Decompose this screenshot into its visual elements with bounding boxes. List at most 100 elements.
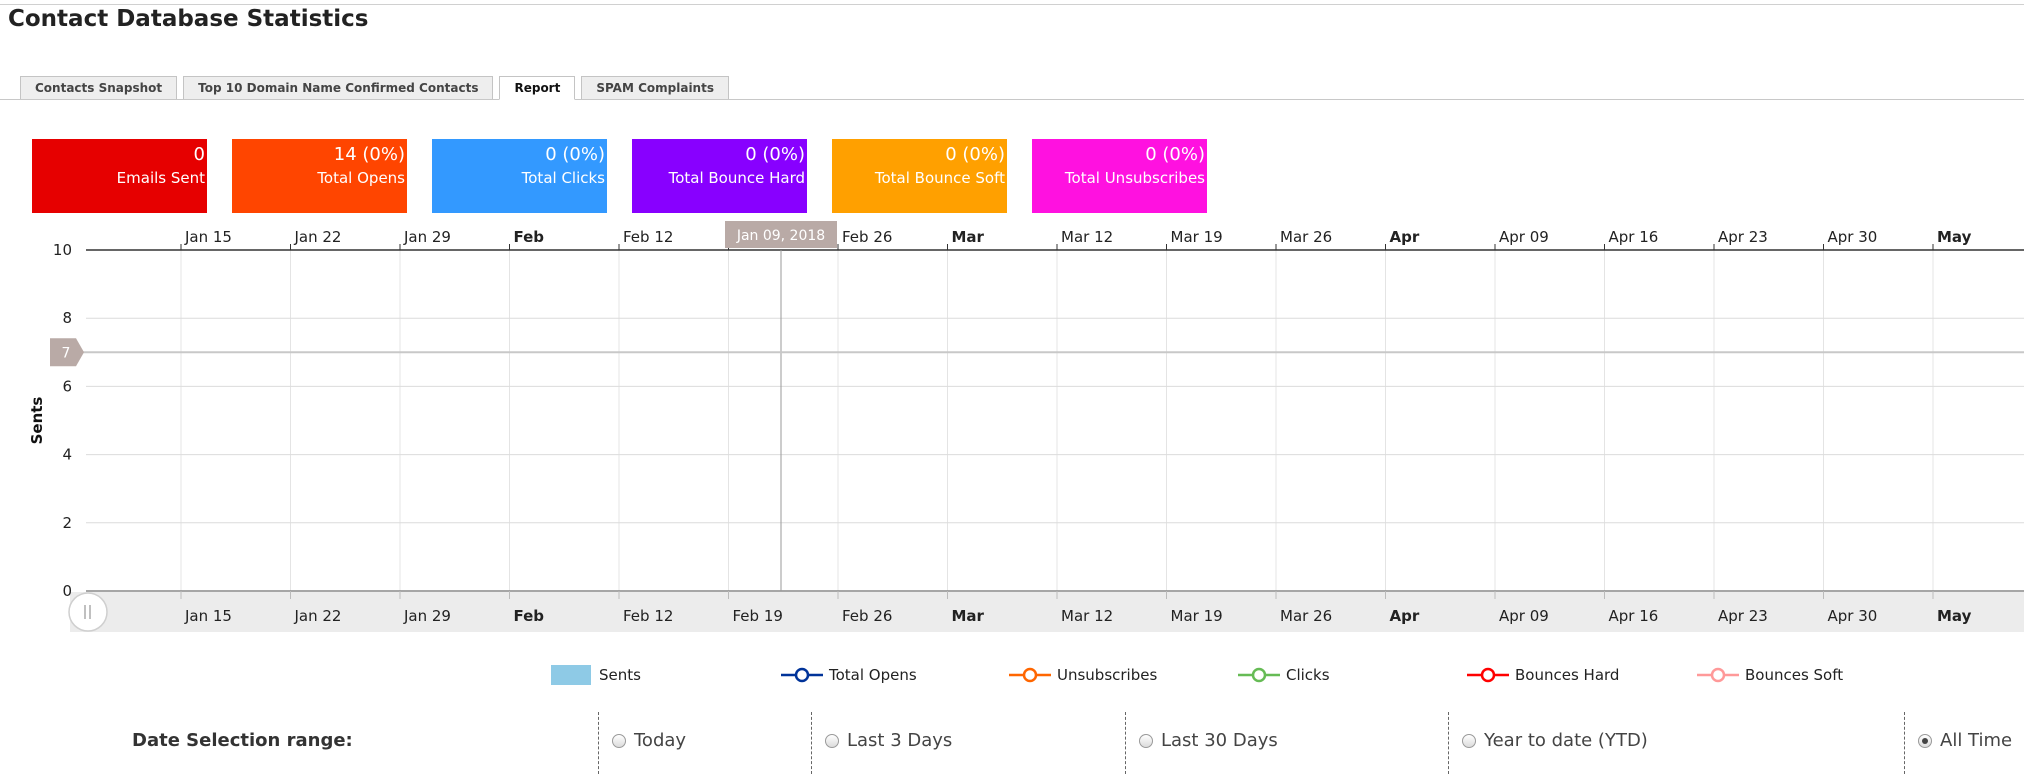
range-option-label: Last 3 Days bbox=[847, 730, 953, 751]
legend-item-bounces-hard[interactable]: Bounces Hard bbox=[1467, 665, 1619, 685]
legend-marker-clicks bbox=[1238, 667, 1280, 683]
legend-marker-bounces-soft bbox=[1697, 667, 1739, 683]
stat-card-emails-sent: 0 Emails Sent bbox=[32, 139, 207, 213]
stat-value: 0 (0%) bbox=[1145, 144, 1205, 165]
legend-swatch-sents bbox=[551, 665, 591, 685]
x-tick-label-top: Apr bbox=[1390, 228, 1420, 246]
tab-top-10-domains[interactable]: Top 10 Domain Name Confirmed Contacts bbox=[183, 76, 494, 100]
radio-all-time[interactable] bbox=[1918, 733, 1932, 748]
stat-card-total-bounce-soft: 0 (0%) Total Bounce Soft bbox=[832, 139, 1007, 213]
legend-item-unsubscribes[interactable]: Unsubscribes bbox=[1009, 665, 1157, 685]
x-tick-label-top: Apr 23 bbox=[1718, 228, 1768, 246]
radio-last-30-days[interactable] bbox=[1139, 733, 1153, 748]
x-tick-label-top: Mar 12 bbox=[1061, 228, 1113, 246]
crosshair-y-label: 7 bbox=[62, 345, 71, 361]
x-tick-label-top: Feb 26 bbox=[842, 228, 892, 246]
x-tick-label-top: Feb bbox=[514, 228, 545, 246]
legend-label: Total Opens bbox=[829, 666, 917, 684]
stat-label: Total Unsubscribes bbox=[1064, 169, 1205, 187]
x-tick-label-top: Jan 15 bbox=[184, 228, 232, 246]
x-tick-label-bottom: Mar 12 bbox=[1061, 607, 1113, 625]
legend-item-sents[interactable]: Sents bbox=[551, 665, 641, 685]
legend-label: Bounces Hard bbox=[1515, 666, 1620, 684]
stat-label: Emails Sent bbox=[116, 169, 205, 187]
range-option-today[interactable]: Today bbox=[612, 730, 686, 751]
stat-value: 0 bbox=[193, 144, 205, 165]
radio-ytd[interactable] bbox=[1462, 733, 1476, 748]
x-tick-label-bottom: Feb 19 bbox=[733, 607, 783, 625]
legend-label: Clicks bbox=[1286, 666, 1330, 684]
stat-label: Total Bounce Soft bbox=[874, 169, 1005, 187]
stat-value: 0 (0%) bbox=[745, 144, 805, 165]
range-option-last-30-days[interactable]: Last 30 Days bbox=[1139, 730, 1278, 751]
x-tick-label-top: Feb 12 bbox=[623, 228, 673, 246]
x-tick-label-bottom: Mar 19 bbox=[1171, 607, 1223, 625]
tab-spam-complaints[interactable]: SPAM Complaints bbox=[581, 76, 729, 100]
radio-today[interactable] bbox=[612, 733, 626, 748]
stat-card-total-opens: 14 (0%) Total Opens bbox=[232, 139, 407, 213]
range-option-ytd[interactable]: Year to date (YTD) bbox=[1462, 730, 1648, 751]
x-tick-label-bottom: Apr 09 bbox=[1499, 607, 1549, 625]
range-option-label: Today bbox=[634, 730, 687, 751]
x-tick-label-bottom: Apr 30 bbox=[1828, 607, 1878, 625]
page-title: Contact Database Statistics bbox=[8, 6, 369, 32]
x-tick-label-bottom: Jan 29 bbox=[403, 607, 451, 625]
x-tick-label-bottom: Feb 26 bbox=[842, 607, 892, 625]
x-tick-label-top: Mar 26 bbox=[1280, 228, 1332, 246]
legend-label: Bounces Soft bbox=[1745, 666, 1844, 684]
stat-card-total-unsubscribes: 0 (0%) Total Unsubscribes bbox=[1032, 139, 1207, 213]
navigator-handle[interactable] bbox=[68, 592, 108, 632]
x-tick-label-bottom: Apr bbox=[1390, 607, 1420, 625]
x-tick-label-bottom: Jan 15 bbox=[184, 607, 232, 625]
radio-last-3-days[interactable] bbox=[825, 733, 839, 748]
stat-card-total-clicks: 0 (0%) Total Clicks bbox=[432, 139, 607, 213]
x-tick-label-top: Apr 09 bbox=[1499, 228, 1549, 246]
x-tick-label-top: Apr 30 bbox=[1828, 228, 1878, 246]
x-tick-label-top: Mar bbox=[952, 228, 985, 246]
tab-underline bbox=[0, 99, 2024, 100]
range-option-label: Year to date (YTD) bbox=[1484, 730, 1648, 751]
y-tick-label: 2 bbox=[62, 514, 72, 532]
x-tick-label-bottom: Mar 26 bbox=[1280, 607, 1332, 625]
x-tick-label-top: Jan 29 bbox=[403, 228, 451, 246]
y-tick-label: 10 bbox=[53, 241, 72, 259]
stat-card-total-bounce-hard: 0 (0%) Total Bounce Hard bbox=[632, 139, 807, 213]
x-tick-label-top: Mar 19 bbox=[1171, 228, 1223, 246]
y-tick-label: 4 bbox=[62, 446, 72, 464]
date-selection-label: Date Selection range: bbox=[132, 730, 353, 751]
range-separator bbox=[1125, 712, 1126, 774]
tab-report[interactable]: Report bbox=[499, 76, 576, 100]
x-tick-label-bottom: Apr 23 bbox=[1718, 607, 1768, 625]
legend-item-bounces-soft[interactable]: Bounces Soft bbox=[1697, 665, 1843, 685]
legend-item-total-opens[interactable]: Total Opens bbox=[781, 665, 917, 685]
legend-marker-bounces-hard bbox=[1467, 667, 1509, 683]
x-tick-label-bottom: Jan 22 bbox=[294, 607, 342, 625]
tab-contacts-snapshot[interactable]: Contacts Snapshot bbox=[20, 76, 178, 100]
x-tick-label-top: May bbox=[1937, 228, 1972, 246]
stat-value: 14 (0%) bbox=[333, 144, 405, 165]
x-tick-label-bottom: May bbox=[1937, 607, 1972, 625]
range-option-all-time[interactable]: All Time bbox=[1918, 730, 2012, 751]
legend-item-clicks[interactable]: Clicks bbox=[1238, 665, 1330, 685]
y-axis-title: Sents bbox=[28, 397, 46, 445]
range-separator bbox=[811, 712, 812, 774]
legend-label: Unsubscribes bbox=[1057, 666, 1158, 684]
y-tick-label: 8 bbox=[62, 309, 72, 327]
range-option-last-3-days[interactable]: Last 3 Days bbox=[825, 730, 952, 751]
top-divider bbox=[0, 4, 2024, 5]
x-tick-label-bottom: Mar bbox=[952, 607, 985, 625]
stat-label: Total Opens bbox=[317, 169, 405, 187]
legend-label: Sents bbox=[599, 666, 641, 684]
date-selection-range: Date Selection range: Today Last 3 Days … bbox=[0, 712, 2024, 774]
x-tick-label-bottom: Feb bbox=[514, 607, 545, 625]
sents-line-chart[interactable]: 0 2 4 6 8 10 Jan 15 Jan 22 Jan 29 Feb Feb 12 Feb 26… bbox=[0, 220, 2024, 640]
chart-legend: Sents Total Opens Unsubscribes Clicks Bo… bbox=[0, 665, 2024, 695]
x-tick-label-top: Jan 22 bbox=[294, 228, 342, 246]
stat-label: Total Clicks bbox=[521, 169, 605, 187]
y-tick-label: 6 bbox=[62, 377, 72, 395]
range-separator bbox=[598, 712, 599, 774]
range-separator bbox=[1448, 712, 1449, 774]
legend-marker-unsubscribes bbox=[1009, 667, 1051, 683]
tab-bar: Contacts Snapshot Top 10 Domain Name Con… bbox=[20, 76, 729, 100]
range-option-label: All Time bbox=[1940, 730, 2013, 751]
